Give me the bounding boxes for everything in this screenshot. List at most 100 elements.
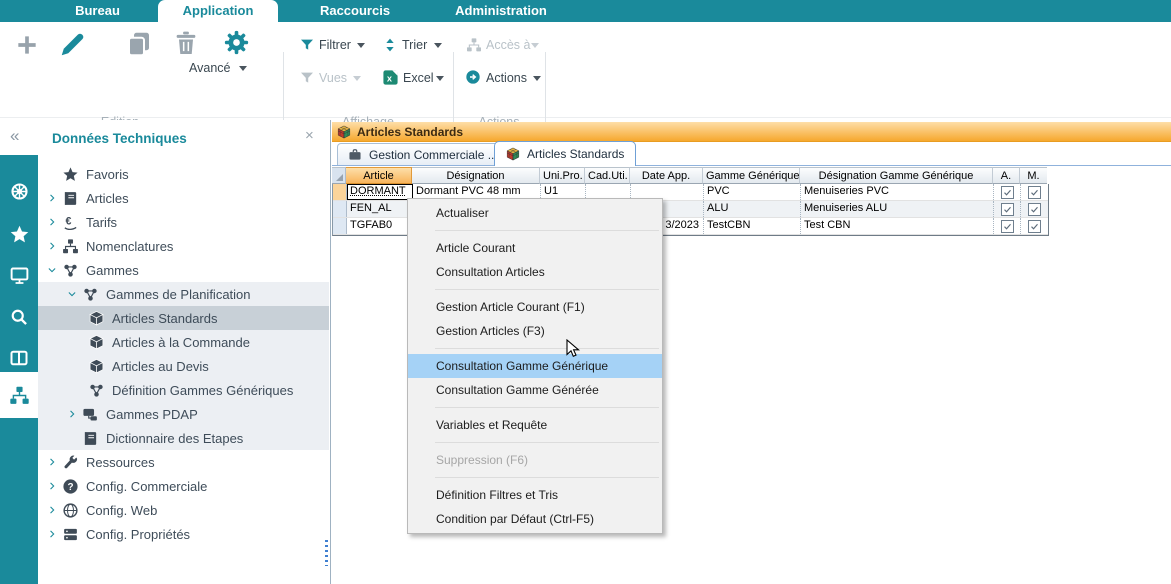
column-header-caduti[interactable]: Cad.Uti. [585,167,630,184]
sidebar-item-gammes-de-planification[interactable]: Gammes de Planification [38,282,329,306]
sidebar-item-config-web[interactable]: Config. Web [38,498,329,522]
column-header-m[interactable]: M. [1020,167,1047,184]
column-header-gamme-generique[interactable]: Gamme Générique [703,167,800,184]
advanced-caret-icon[interactable] [239,66,247,71]
rail-favorites-icon[interactable] [0,213,38,255]
ribbon-tab-administration[interactable]: Administration [428,0,574,22]
rail-tree-icon[interactable] [0,372,38,418]
chevron-right-icon[interactable] [47,457,57,467]
chevron-down-icon[interactable] [47,265,57,275]
sort-icon[interactable] [382,37,398,53]
menu-item-variables-et-requete[interactable]: Variables et Requête [408,413,662,437]
sidebar-item-articles-standards[interactable]: Articles Standards [38,306,329,330]
menu-item-gestion-articles[interactable]: Gestion Articles (F3) [408,319,662,343]
checkbox-checked[interactable] [1001,203,1014,216]
cell-m-checkbox[interactable] [1021,218,1048,234]
checkbox-checked[interactable] [1028,203,1041,216]
checkbox-checked[interactable] [1028,186,1041,199]
chevron-right-icon[interactable] [47,505,57,515]
menu-item-actualiser[interactable]: Actualiser [408,201,662,225]
rail-wheel-icon[interactable] [0,170,38,212]
sidebar-item-nomenclatures[interactable]: Nomenclatures [38,234,329,258]
column-header-unipro[interactable]: Uni.Pro. [540,167,585,184]
menu-item-consultation-gamme-generee[interactable]: Consultation Gamme Générée [408,378,662,402]
ribbon-tab-application[interactable]: Application [158,0,278,22]
chevron-right-icon[interactable] [47,217,57,227]
chevron-right-icon[interactable] [67,409,77,419]
row-selector-header[interactable] [332,167,346,184]
cell-a-checkbox[interactable] [994,201,1021,217]
cell-a-checkbox[interactable] [994,218,1021,234]
cell-gamme-generique[interactable]: ALU [704,201,801,217]
sidebar-item-definition-gammes-generiques[interactable]: Définition Gammes Génériques [38,378,329,402]
excel-icon[interactable] [382,69,399,86]
rail-search-icon[interactable] [0,296,38,338]
menu-item-article-courant[interactable]: Article Courant [408,236,662,260]
menu-item-condition-par-defaut[interactable]: Condition par Défaut (Ctrl-F5) [408,507,662,531]
delete-button[interactable] [172,29,200,57]
menu-item-gestion-article-courant[interactable]: Gestion Article Courant (F1) [408,295,662,319]
menu-item-definition-filtres-et-tris[interactable]: Définition Filtres et Tris [408,483,662,507]
sidebar-item-dictionnaire-des-etapes[interactable]: Dictionnaire des Etapes [38,426,329,450]
sort-caret-icon[interactable] [434,43,442,48]
column-header-article[interactable]: Article [346,167,412,184]
excel-button[interactable]: Excel [403,71,434,85]
cell-m-checkbox[interactable] [1021,184,1048,200]
copy-button[interactable] [124,29,154,59]
column-header-a[interactable]: A. [993,167,1020,184]
ribbon-tab-raccourcis[interactable]: Raccourcis [296,0,414,22]
advanced-gear-icon[interactable] [221,27,252,58]
chevron-right-icon[interactable] [47,481,57,491]
row-selector[interactable] [333,218,347,234]
ribbon-tab-bureau[interactable]: Bureau [55,0,140,22]
chevron-right-icon[interactable] [47,241,57,251]
sidebar-item-config-proprietes[interactable]: Config. Propriétés [38,522,329,546]
checkbox-checked[interactable] [1001,220,1014,233]
chevron-down-icon[interactable] [67,289,77,299]
sidebar-item-articles-au-devis[interactable]: Articles au Devis [38,354,329,378]
cell-a-checkbox[interactable] [994,184,1021,200]
checkbox-checked[interactable] [1028,220,1041,233]
cell-designation-gg[interactable]: Menuiseries ALU [801,201,994,217]
sidebar-item-articles[interactable]: Articles [38,186,329,210]
sort-button[interactable]: Trier [402,38,427,52]
new-button[interactable] [14,32,40,58]
cell-article[interactable]: FEN_AL [347,201,413,217]
column-header-designation[interactable]: Désignation [412,167,540,184]
sidebar-item-config-commerciale[interactable]: Config. Commerciale [38,474,329,498]
column-header-dateapp[interactable]: Date App. [630,167,703,184]
menu-item-consultation-articles[interactable]: Consultation Articles [408,260,662,284]
sidebar-item-articles-a-la-commande[interactable]: Articles à la Commande [38,330,329,354]
sidebar-item-ressources[interactable]: Ressources [38,450,329,474]
cell-designation-gg[interactable]: Test CBN [801,218,994,234]
sidebar-item-favoris[interactable]: Favoris [38,162,329,186]
edit-button[interactable] [58,29,88,59]
doc-tab-articles-standards[interactable]: Articles Standards [494,141,636,166]
sidebar-item-tarifs[interactable]: Tarifs [38,210,329,234]
filter-caret-icon[interactable] [357,43,365,48]
checkbox-checked[interactable] [1001,186,1014,199]
cell-article[interactable]: TGFAB0 [347,218,413,234]
actions-button[interactable]: Actions [486,71,527,85]
cell-m-checkbox[interactable] [1021,201,1048,217]
filter-icon[interactable] [299,37,315,53]
chevron-right-icon[interactable] [47,193,57,203]
panel-splitter-handle[interactable] [325,540,328,566]
cell-gamme-generique[interactable]: PVC [704,184,801,200]
doc-tab-gestion-commerciale[interactable]: Gestion Commerciale ... [337,143,509,165]
advanced-button[interactable]: Avancé [189,61,230,75]
sidebar-item-gammes[interactable]: Gammes [38,258,329,282]
cell-designation-gg[interactable]: Menuiseries PVC [801,184,994,200]
sidebar-item-gammes-pdap[interactable]: Gammes PDAP [38,402,329,426]
panel-close-icon[interactable]: × [305,127,314,144]
chevron-right-icon[interactable] [47,529,57,539]
rail-monitor-icon[interactable] [0,254,38,296]
excel-caret-icon[interactable] [436,76,444,81]
row-selector[interactable] [333,201,347,217]
cell-article[interactable]: DORMANT [347,184,413,200]
filter-button[interactable]: Filtrer [319,38,351,52]
actions-icon[interactable] [465,69,481,85]
column-header-designation-gamme-generique[interactable]: Désignation Gamme Générique [800,167,993,184]
cell-gamme-generique[interactable]: TestCBN [704,218,801,234]
actions-caret-icon[interactable] [533,76,541,81]
